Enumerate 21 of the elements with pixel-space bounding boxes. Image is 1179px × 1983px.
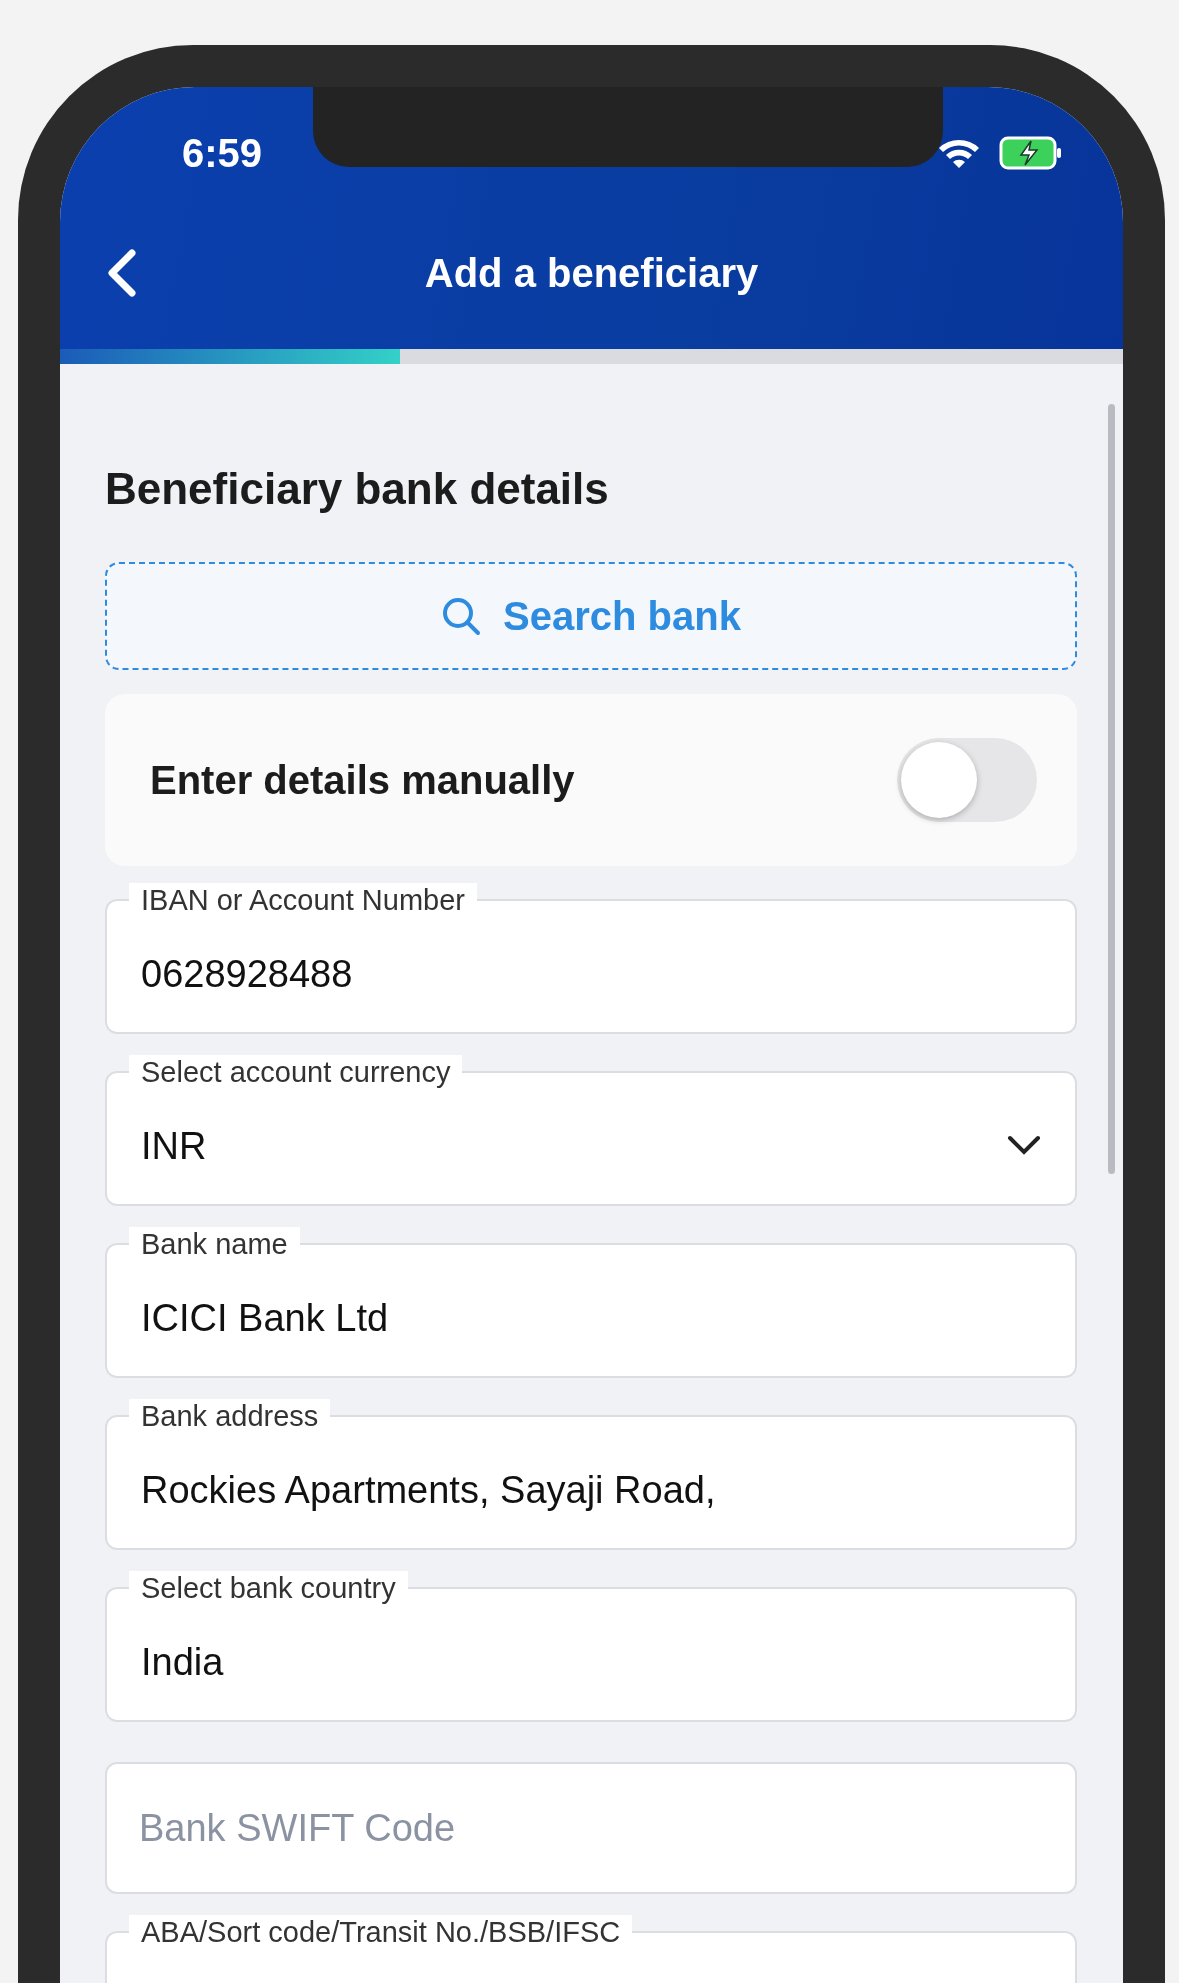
field-label: Select account currency xyxy=(129,1055,463,1089)
field-value: INR xyxy=(141,1124,207,1168)
status-time: 6:59 xyxy=(182,130,263,176)
section-title: Beneficiary bank details xyxy=(105,464,610,514)
field-placeholder: Bank SWIFT Code xyxy=(139,1806,456,1850)
field-value: Rockies Apartments, Sayaji Road, xyxy=(141,1468,716,1512)
field-value: ICICI Bank Ltd xyxy=(141,1296,389,1340)
text-field[interactable]: IBAN or Account Number 0628928488 xyxy=(105,883,1077,1034)
text-field[interactable]: Select bank country India xyxy=(105,1571,1077,1722)
text-field[interactable]: Bank address Rockies Apartments, Sayaji Road, xyxy=(105,1399,1077,1550)
battery-charging-icon xyxy=(999,136,1063,170)
text-field[interactable]: ABA/Sort code/Transit No./BSB/IFSC xyxy=(105,1915,1077,1983)
search-icon xyxy=(441,596,482,636)
dropdown-field[interactable]: Select account currency INR xyxy=(105,1055,1077,1206)
text-field[interactable]: Bank name ICICI Bank Ltd xyxy=(105,1227,1077,1378)
field-value: 0628928488 xyxy=(141,952,353,996)
field-label: Select bank country xyxy=(129,1571,408,1605)
manual-entry-label: Enter details manually xyxy=(150,757,575,803)
field-value: India xyxy=(141,1640,224,1684)
screen-title: Add a beneficiary xyxy=(423,250,760,296)
chevron-down-icon xyxy=(1007,1135,1041,1157)
